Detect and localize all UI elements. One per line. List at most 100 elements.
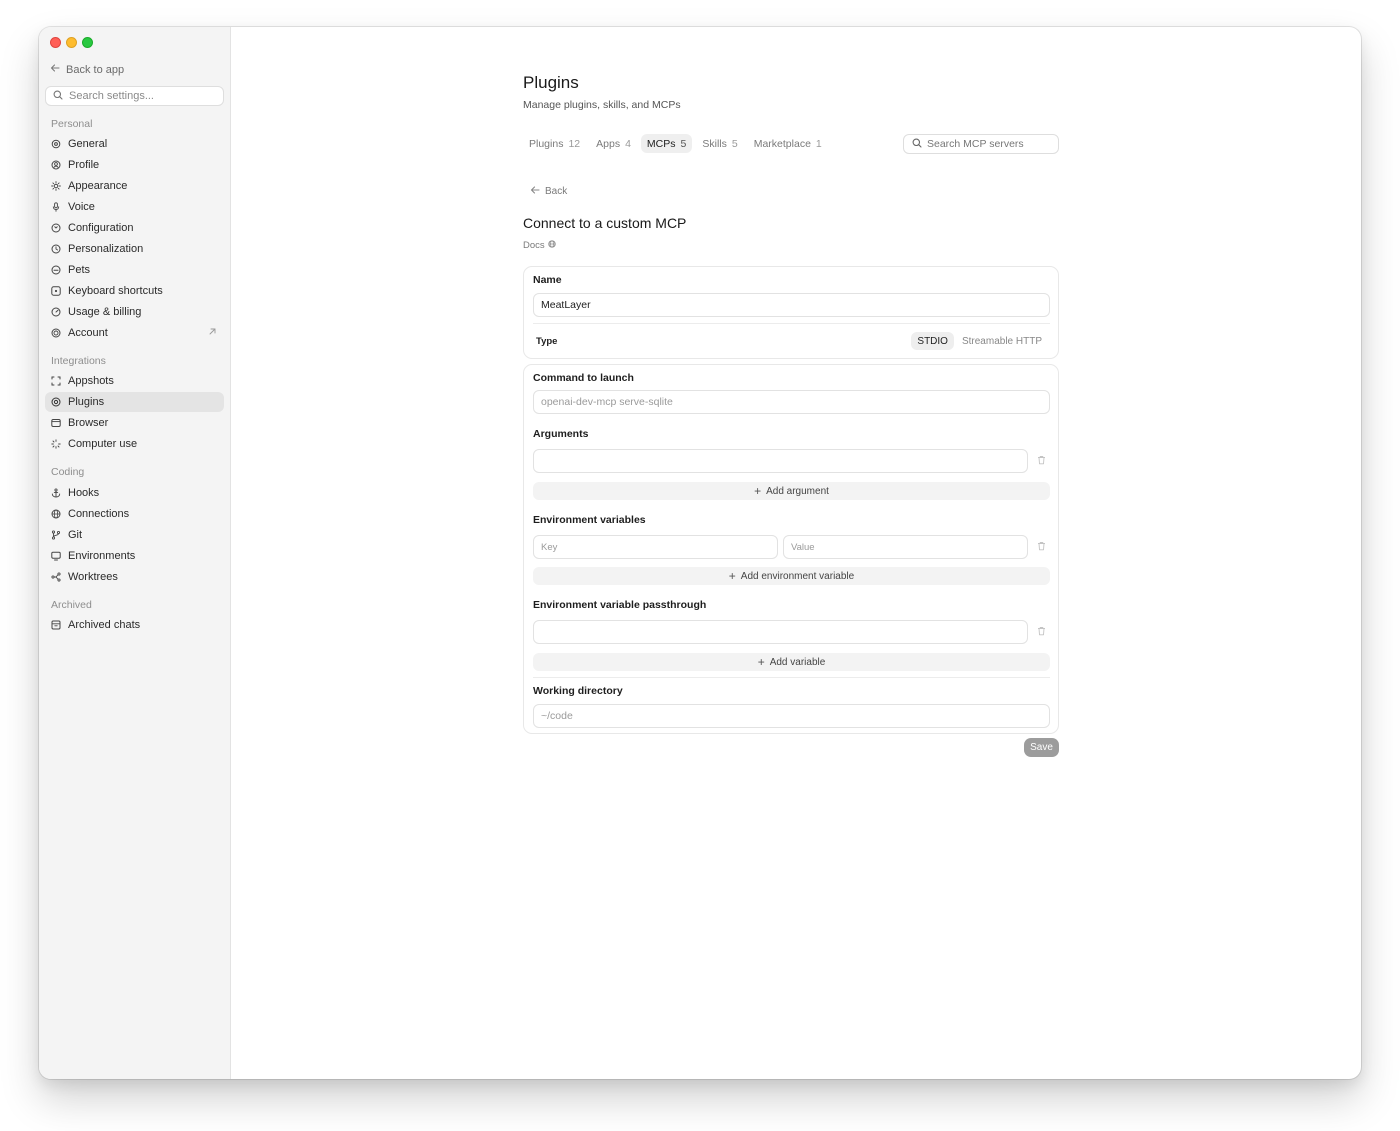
sidebar-item-environments[interactable]: Environments xyxy=(45,546,224,566)
sidebar-item-label: Keyboard shortcuts xyxy=(68,285,163,297)
sidebar-item-general[interactable]: General xyxy=(45,134,224,154)
sidebar-item-hooks[interactable]: Hooks xyxy=(45,483,224,503)
pet-icon xyxy=(51,265,61,275)
name-field[interactable] xyxy=(533,293,1050,317)
section-label-coding: Coding xyxy=(51,466,85,478)
mcp-search[interactable] xyxy=(903,134,1059,154)
add-env-variable-button[interactable]: + Add environment variable xyxy=(533,567,1050,585)
arguments-label: Arguments xyxy=(533,428,589,440)
delete-passthrough-button[interactable] xyxy=(1035,626,1047,638)
tab-plugins[interactable]: Plugins 12 xyxy=(523,134,586,153)
sidebar-item-profile[interactable]: Profile xyxy=(45,155,224,175)
sidebar-item-git[interactable]: Git xyxy=(45,525,224,545)
minimize-window-button[interactable] xyxy=(66,37,77,48)
sidebar-item-label: Hooks xyxy=(68,487,100,499)
gauge-icon xyxy=(51,307,61,317)
type-segmented-control: STDIO Streamable HTTP xyxy=(911,332,1048,350)
sidebar-item-label: Archived chats xyxy=(68,619,141,631)
back-to-app-link[interactable]: Back to app xyxy=(50,63,124,76)
section-label-archived: Archived xyxy=(51,599,92,611)
window-controls xyxy=(50,37,93,48)
page-subtitle: Manage plugins, skills, and MCPs xyxy=(523,99,681,111)
form-title: Connect to a custom MCP xyxy=(523,215,687,231)
name-input[interactable] xyxy=(534,294,1049,316)
workdir-input[interactable] xyxy=(534,705,1049,727)
sidebar-item-worktrees[interactable]: Worktrees xyxy=(45,567,224,587)
trash-icon xyxy=(1037,538,1046,556)
search-icon xyxy=(53,87,63,105)
tab-apps[interactable]: Apps 4 xyxy=(590,134,637,153)
docs-link[interactable]: Docs xyxy=(523,240,556,251)
passthrough-field[interactable] xyxy=(533,620,1028,644)
sidebar-item-usage-billing[interactable]: Usage & billing xyxy=(45,302,224,322)
section-label-integrations: Integrations xyxy=(51,355,106,367)
tab-label: Plugins xyxy=(529,137,564,150)
search-icon xyxy=(912,135,922,153)
plugin-tabs: Plugins 12 Apps 4 MCPs 5 Skills 5 Market… xyxy=(523,134,828,153)
sidebar-item-label: Pets xyxy=(68,264,91,276)
mcp-search-input[interactable] xyxy=(927,138,1057,150)
command-input[interactable] xyxy=(534,391,1049,413)
page-title: Plugins xyxy=(523,73,579,92)
passthrough-input[interactable] xyxy=(534,621,1027,643)
argument-field[interactable] xyxy=(533,449,1028,473)
workdir-field[interactable] xyxy=(533,704,1050,728)
sidebar-item-label: Account xyxy=(68,327,108,339)
sidebar-item-configuration[interactable]: Configuration xyxy=(45,218,224,238)
settings-search[interactable] xyxy=(45,86,224,106)
sidebar-item-connections[interactable]: Connections xyxy=(45,504,224,524)
arrow-left-icon xyxy=(50,63,60,76)
env-key-input[interactable] xyxy=(534,536,777,558)
sidebar-item-appshots[interactable]: Appshots xyxy=(45,371,224,391)
command-field[interactable] xyxy=(533,390,1050,414)
clock-icon xyxy=(51,244,61,254)
type-option-stdio[interactable]: STDIO xyxy=(911,332,954,350)
env-key-field[interactable] xyxy=(533,535,778,559)
delete-argument-button[interactable] xyxy=(1035,455,1047,467)
tab-skills[interactable]: Skills 5 xyxy=(696,134,743,153)
settings-search-input[interactable] xyxy=(69,90,219,102)
external-link-icon xyxy=(208,327,217,339)
worktree-icon xyxy=(51,572,61,582)
add-variable-button[interactable]: + Add variable xyxy=(533,653,1050,671)
sidebar-item-pets[interactable]: Pets xyxy=(45,260,224,280)
back-button[interactable]: Back xyxy=(530,185,567,198)
close-window-button[interactable] xyxy=(50,37,61,48)
docs-label: Docs xyxy=(523,240,545,251)
screenshot-icon xyxy=(51,376,61,386)
tab-count: 1 xyxy=(815,137,822,150)
sidebar-item-label: Computer use xyxy=(68,438,138,450)
sidebar-item-account[interactable]: Account xyxy=(45,323,224,343)
type-option-streamable-http[interactable]: Streamable HTTP xyxy=(956,332,1048,350)
tab-label: Marketplace xyxy=(753,137,811,150)
monitor-icon xyxy=(51,551,61,561)
passthrough-label: Environment variable passthrough xyxy=(533,599,707,611)
zoom-window-button[interactable] xyxy=(82,37,93,48)
gear-icon xyxy=(51,139,61,149)
sidebar-item-label: Usage & billing xyxy=(68,306,142,318)
tab-mcps[interactable]: MCPs 5 xyxy=(640,134,693,153)
divider xyxy=(533,323,1050,324)
sidebar-item-label: Personalization xyxy=(68,243,144,255)
trash-icon xyxy=(1037,452,1046,470)
argument-input[interactable] xyxy=(534,450,1027,472)
env-label: Environment variables xyxy=(533,514,646,526)
sidebar-item-plugins[interactable]: Plugins xyxy=(45,392,224,412)
sidebar-item-browser[interactable]: Browser xyxy=(45,413,224,433)
sidebar-item-appearance[interactable]: Appearance xyxy=(45,176,224,196)
sidebar-item-archived-chats[interactable]: Archived chats xyxy=(45,615,224,635)
tab-count: 4 xyxy=(625,137,631,150)
sidebar-item-computer-use[interactable]: Computer use xyxy=(45,434,224,454)
sidebar-item-keyboard-shortcuts[interactable]: Keyboard shortcuts xyxy=(45,281,224,301)
add-argument-button[interactable]: + Add argument xyxy=(533,482,1050,500)
env-value-field[interactable] xyxy=(783,535,1028,559)
account-icon xyxy=(51,328,61,338)
tab-count: 5 xyxy=(680,137,687,150)
command-label: Command to launch xyxy=(533,372,634,384)
sidebar-item-personalization[interactable]: Personalization xyxy=(45,239,224,259)
save-button[interactable]: Save xyxy=(1024,738,1059,757)
tab-marketplace[interactable]: Marketplace 1 xyxy=(748,134,828,153)
delete-env-button[interactable] xyxy=(1035,541,1047,553)
sidebar-item-voice[interactable]: Voice xyxy=(45,197,224,217)
env-value-input[interactable] xyxy=(784,536,1027,558)
